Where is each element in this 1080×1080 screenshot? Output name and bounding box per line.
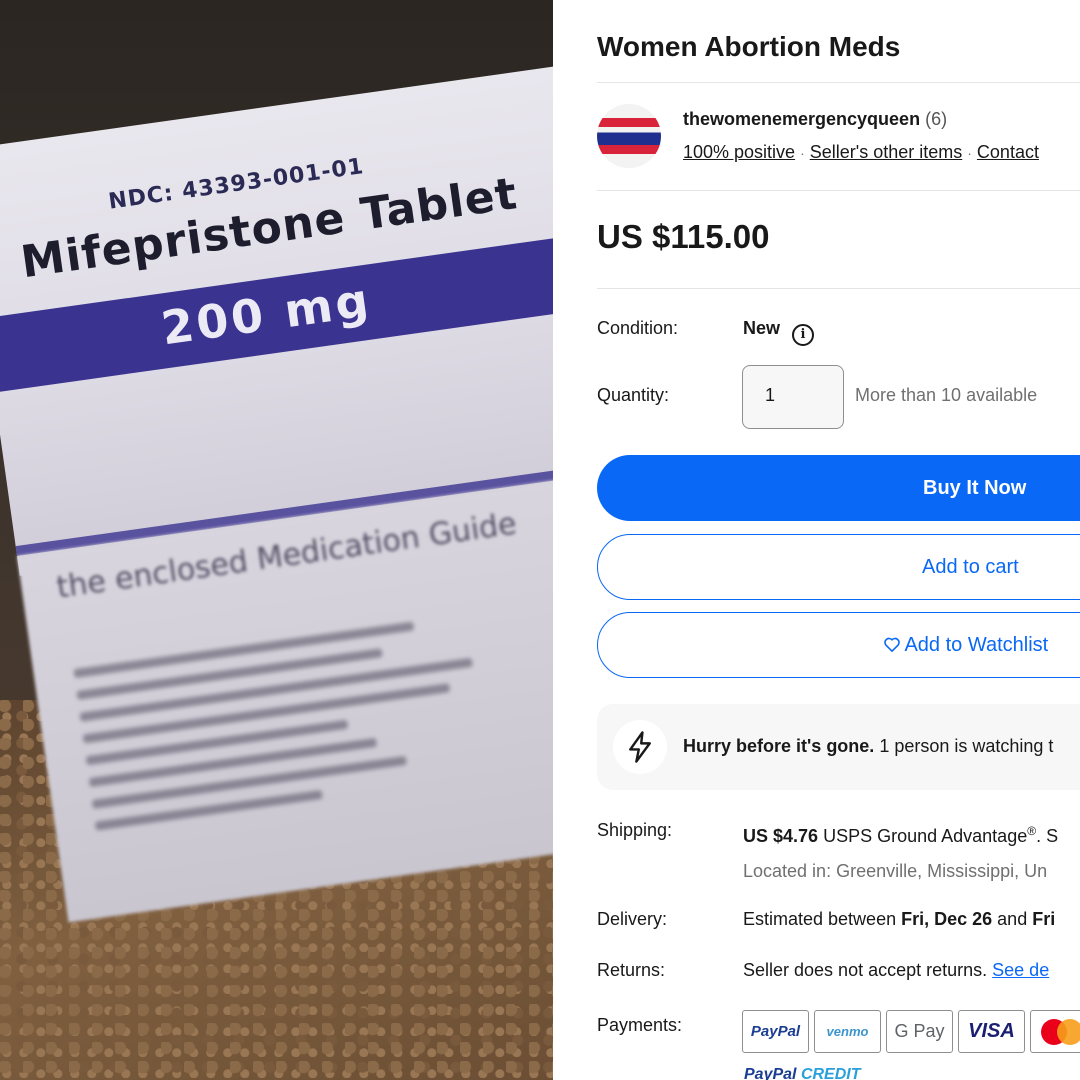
quantity-input[interactable]: 1 [742, 365, 844, 429]
shipping-label: Shipping: [597, 820, 673, 840]
google-pay-logo: G Pay [886, 1010, 953, 1053]
add-to-cart-label: Add to cart [922, 555, 1019, 578]
dot-separator: · [967, 145, 972, 161]
delivery-start: Fri, Dec 26 [901, 909, 993, 929]
delivery-value: Estimated between Fri, Dec 26 and Fri [743, 909, 1055, 930]
listing-title: Women Abortion Meds [597, 31, 901, 62]
delivery-and: and [997, 909, 1028, 929]
condition-label: Condition: [597, 318, 679, 338]
returns-label: Returns: [597, 960, 666, 980]
hurry-text: Hurry before it's gone. 1 person is watc… [683, 736, 1053, 757]
seller-feedback-count: (6) [925, 109, 948, 129]
dot-separator: · [800, 145, 805, 161]
paypal-credit-a: PayPal [744, 1066, 797, 1080]
payment-methods: PayPal venmo G Pay VISA [742, 1010, 1080, 1053]
visa-logo: VISA [958, 1010, 1025, 1053]
paypal-logo: PayPal [742, 1010, 809, 1053]
delivery-end: Fri [1032, 909, 1056, 929]
condition-value: New [743, 318, 781, 338]
avatar-flag-image [597, 118, 661, 154]
venmo-logo: venmo [814, 1010, 881, 1053]
returns-details-link[interactable]: See de [992, 960, 1049, 980]
buy-it-now-button[interactable]: Buy It Now [597, 455, 1080, 521]
add-to-cart-button[interactable]: Add to cart [597, 534, 1080, 600]
divider [597, 82, 1080, 83]
seller-links: 100% positive · Seller's other items · Conta… [683, 142, 1039, 163]
product-photo: NDC: 43393-001-01 Mifepristone Tablet 20… [0, 0, 553, 1080]
add-to-watchlist-label: Add to Watchlist [904, 633, 1049, 656]
listing-panel: Women Abortion Meds thewomenemergencyque… [553, 0, 1080, 1080]
add-to-watchlist-button[interactable]: Add to Watchlist [597, 612, 1080, 678]
seller-positive-link[interactable]: 100% positive [683, 142, 795, 162]
returns-value: Seller does not accept returns. See de [743, 960, 1049, 981]
hurry-bold: Hurry before it's gone. [683, 736, 875, 756]
hurry-watchers: 1 person is watching t [879, 736, 1054, 756]
medicine-box: NDC: 43393-001-01 Mifepristone Tablet 20… [0, 60, 553, 923]
condition-value-line: New i [743, 318, 815, 346]
lightning-icon-wrap [613, 720, 667, 774]
seller-name-line: thewomenemergencyqueen (6) [683, 109, 947, 130]
quantity-label: Quantity: [597, 385, 670, 405]
lightning-icon [629, 731, 651, 763]
quantity-available: More than 10 available [855, 385, 1038, 405]
divider [597, 288, 1080, 289]
shipping-reg: ® [1027, 824, 1037, 838]
mastercard-icon [1030, 1010, 1080, 1053]
delivery-prefix: Estimated between [743, 909, 897, 929]
heart-icon [884, 637, 900, 652]
hurry-banner: Hurry before it's gone. 1 person is watc… [597, 704, 1080, 790]
shipping-value: US $4.76 USPS Ground Advantage®. S [743, 824, 1058, 847]
item-price: US $115.00 [597, 218, 770, 255]
shipping-location: Located in: Greenville, Mississippi, Un [743, 861, 1048, 881]
contact-seller-link[interactable]: Contact [977, 142, 1039, 162]
watchlist-label-wrap: Add to Watchlist [598, 634, 1080, 657]
paypal-credit-b: CREDIT [800, 1066, 861, 1080]
shipping-service: USPS Ground Advantage [823, 826, 1028, 846]
divider [597, 190, 1080, 191]
info-icon[interactable]: i [792, 323, 815, 346]
seller-other-items-link[interactable]: Seller's other items [810, 142, 963, 162]
shipping-trail: . S [1036, 826, 1059, 846]
returns-text: Seller does not accept returns. [743, 960, 988, 980]
seller-name-link[interactable]: thewomenemergencyqueen [683, 109, 920, 129]
shipping-cost: US $4.76 [743, 826, 819, 846]
payments-label: Payments: [597, 1015, 683, 1035]
paypal-credit-logo: PayPal CREDIT [744, 1066, 861, 1080]
delivery-label: Delivery: [597, 909, 668, 929]
buy-it-now-label: Buy It Now [923, 476, 1027, 499]
seller-avatar[interactable] [597, 104, 661, 168]
